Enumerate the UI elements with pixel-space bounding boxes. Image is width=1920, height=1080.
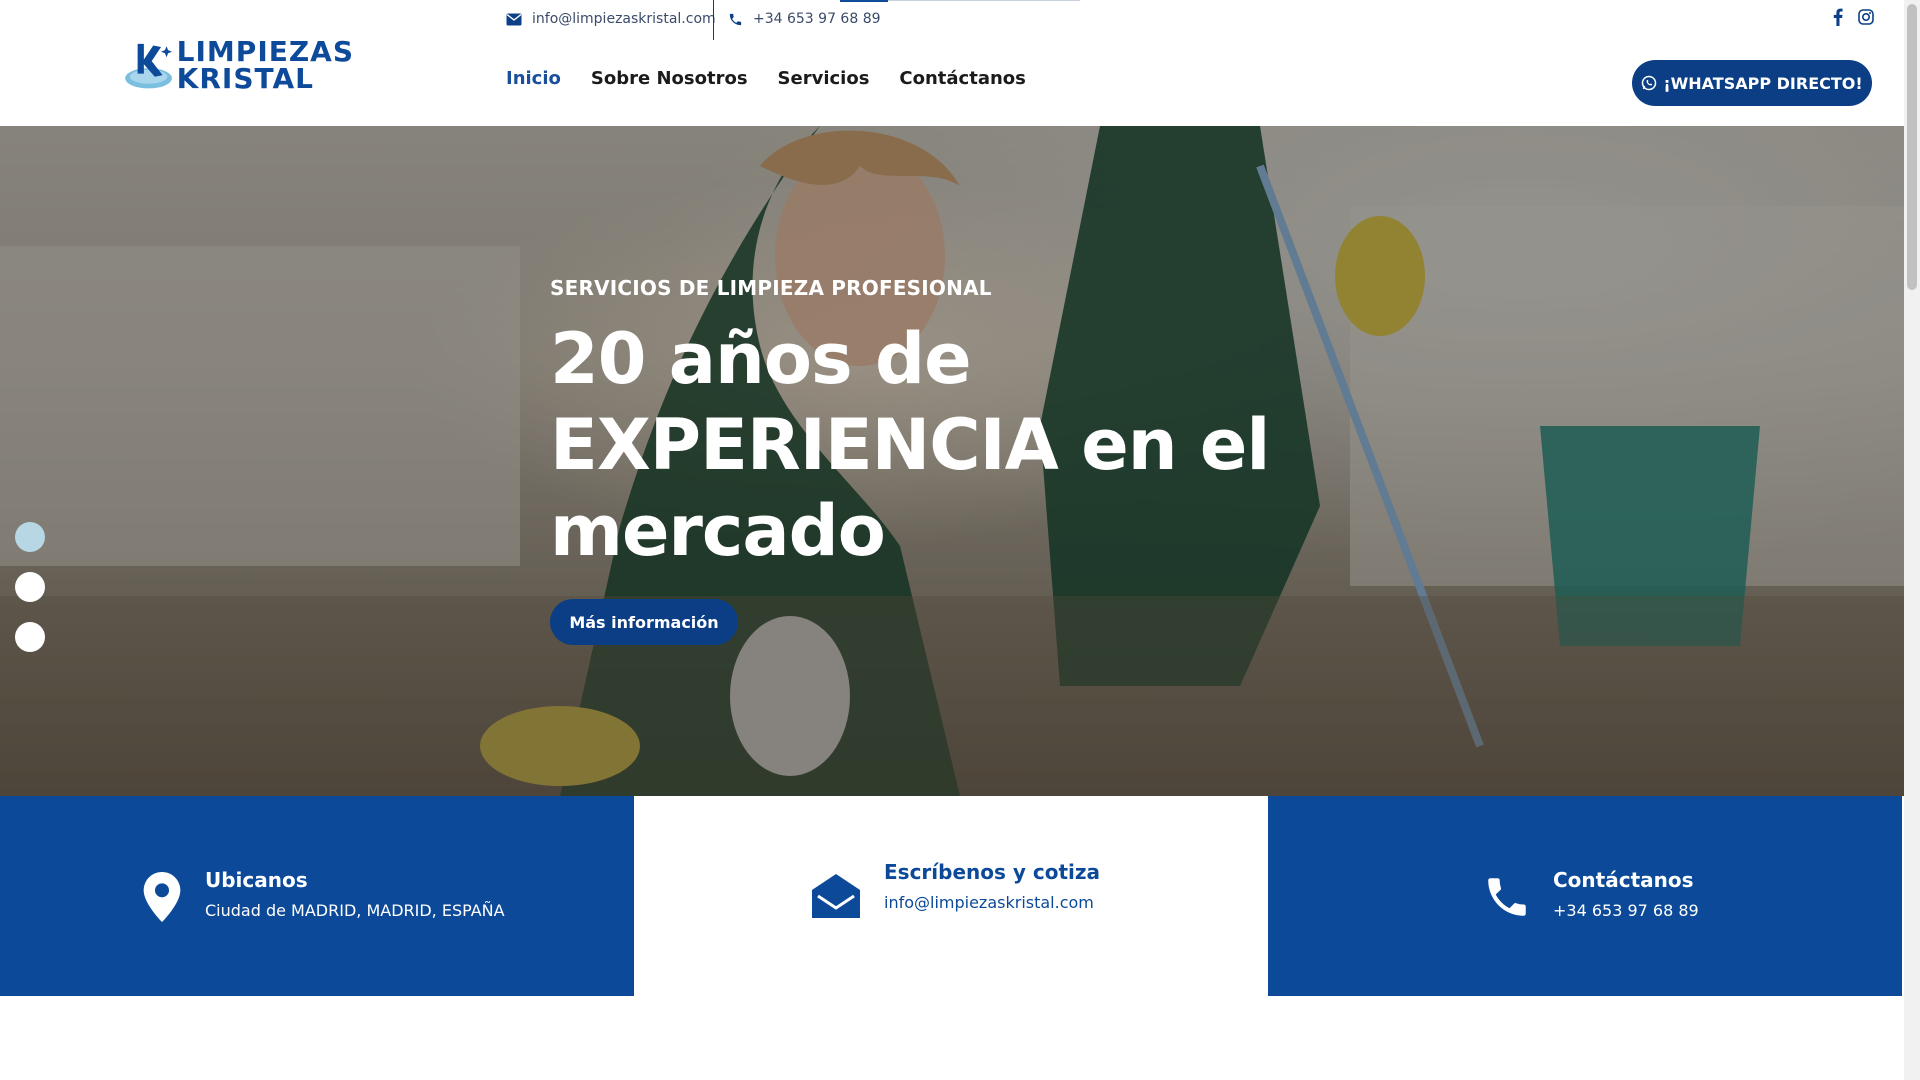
info-card-location: Ubicanos Ciudad de MADRID, MADRID, ESPAÑ… xyxy=(0,796,634,996)
hero-slider: SERVICIOS DE LIMPIEZA PROFESIONAL 20 año… xyxy=(0,126,1904,796)
logo-mark-icon xyxy=(125,43,172,89)
info-card-phone: Contáctanos +34 653 97 68 89 xyxy=(1268,796,1902,996)
topbar-email-text: info@limpiezaskristal.com xyxy=(532,11,716,27)
topbar-email[interactable]: info@limpiezaskristal.com xyxy=(506,0,716,38)
hero-cta-button[interactable]: Más información xyxy=(550,599,738,645)
brand-logo[interactable]: LIMPIEZAS KRISTAL xyxy=(122,30,354,100)
envelope-open-icon xyxy=(810,872,862,924)
phone-icon xyxy=(728,12,743,27)
social-links xyxy=(1832,8,1874,26)
envelope-icon xyxy=(506,13,522,26)
map-pin-icon xyxy=(142,872,182,926)
slider-dot-1[interactable] xyxy=(15,522,45,552)
hero-title-line-2: EXPERIENCIA en el xyxy=(550,404,1270,486)
brand-line-1: LIMPIEZAS xyxy=(176,35,354,68)
page: info@limpiezaskristal.com +34 653 97 68 … xyxy=(0,0,1904,1080)
info-strip: Ubicanos Ciudad de MADRID, MADRID, ESPAÑ… xyxy=(0,796,1904,996)
hero-title-line-1: 20 años de xyxy=(550,318,972,400)
phone-large-icon xyxy=(1482,872,1532,926)
topbar-divider xyxy=(713,0,714,40)
info-phone-title: Contáctanos xyxy=(1553,868,1694,892)
page-scrollbar[interactable] xyxy=(1904,0,1920,1080)
slider-dot-3[interactable] xyxy=(15,622,45,652)
hero-title-line-3: mercado xyxy=(550,490,886,572)
nav-item-sobre-nosotros[interactable]: Sobre Nosotros xyxy=(591,68,748,89)
main-nav: Inicio Sobre Nosotros Servicios Contácta… xyxy=(506,68,1026,89)
info-card-email: Escríbenos y cotiza info@limpiezaskrista… xyxy=(634,796,1268,996)
hero-kicker: SERVICIOS DE LIMPIEZA PROFESIONAL xyxy=(550,276,992,300)
scrollbar-thumb[interactable] xyxy=(1907,4,1917,290)
brand-line-2: KRISTAL xyxy=(176,62,314,95)
topbar-phone[interactable]: +34 653 97 68 89 xyxy=(728,0,881,38)
nav-item-servicios[interactable]: Servicios xyxy=(778,68,870,89)
slider-dots xyxy=(15,522,45,652)
whatsapp-button-label: ¡WHATSAPP DIRECTO! xyxy=(1663,73,1863,93)
slider-dot-2[interactable] xyxy=(15,572,45,602)
hero-content: SERVICIOS DE LIMPIEZA PROFESIONAL 20 año… xyxy=(550,276,1270,574)
nav-item-contactanos[interactable]: Contáctanos xyxy=(899,68,1025,89)
info-email-text[interactable]: info@limpiezaskristal.com xyxy=(884,893,1094,912)
info-email-title: Escríbenos y cotiza xyxy=(884,860,1101,884)
info-phone-text[interactable]: +34 653 97 68 89 xyxy=(1553,901,1699,920)
info-location-title: Ubicanos xyxy=(205,868,308,892)
info-location-text: Ciudad de MADRID, MADRID, ESPAÑA xyxy=(205,901,505,920)
whatsapp-button[interactable]: ¡WHATSAPP DIRECTO! xyxy=(1632,60,1872,106)
topbar-phone-text: +34 653 97 68 89 xyxy=(753,11,881,27)
brand-name: LIMPIEZAS KRISTAL xyxy=(176,35,354,95)
topbar-accent-line xyxy=(840,0,888,2)
instagram-icon[interactable] xyxy=(1858,8,1874,26)
topbar-accent-line-light xyxy=(888,0,1080,1)
whatsapp-icon xyxy=(1641,75,1657,91)
facebook-icon[interactable] xyxy=(1832,8,1844,26)
nav-item-inicio[interactable]: Inicio xyxy=(506,68,561,89)
hero-title: 20 años de EXPERIENCIA en el mercado xyxy=(550,316,1270,574)
